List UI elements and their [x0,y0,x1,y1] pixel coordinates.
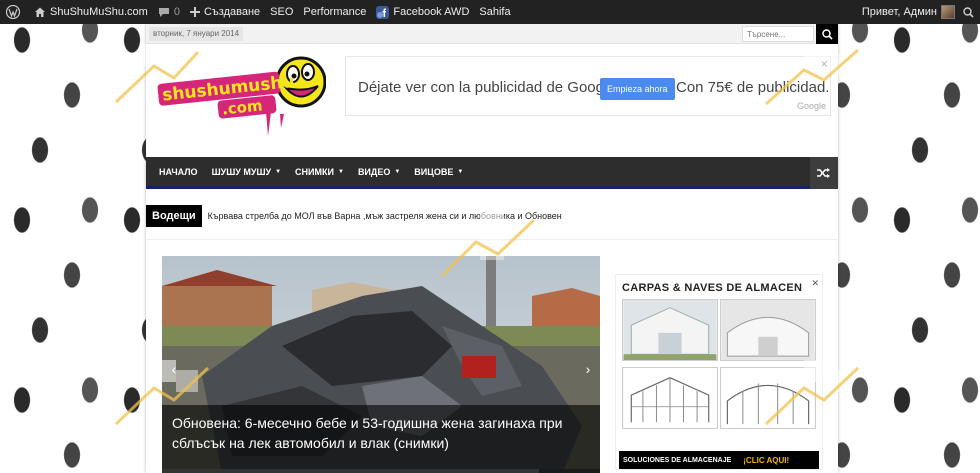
chevron-down-icon: ▼ [457,168,464,175]
comments-count: 0 [173,6,180,18]
facebook-icon [376,5,390,19]
slider-next-button[interactable]: › [580,360,596,378]
sidebar-ad-cta[interactable]: ¡CLIC AQUI! [743,456,789,465]
top-strip: вторник, 7 януари 2014 [146,24,838,44]
nav-item-shushu-mushu[interactable]: ШУШУ МУШУ ▼ [205,156,288,188]
close-icon[interactable]: ✕ [820,59,828,70]
breaking-news-label: Водещи [146,205,202,227]
slider-title-line1: Обновена: 6-месечно бебе и 53-годишна же… [172,415,563,431]
search-icon [821,28,833,40]
performance-label: Performance [303,6,367,18]
shuffle-icon [817,168,830,178]
tent-frame-image-2 [720,367,816,429]
nav-item-label: СНИМКИ [295,166,334,177]
featured-slider[interactable]: ‹ › Обновена: 6-месечно бебе и 53-годишн… [162,256,600,473]
greeting-label: Привет, Админ [861,6,937,18]
tent-image-1 [622,299,718,361]
site-logo[interactable]: shushumushu .com [156,52,326,138]
nav-item-video[interactable]: ВИДЕО ▼ [351,156,407,188]
nav-item-jokes[interactable]: ВИЦОВЕ ▼ [407,156,470,188]
sidebar-ad-footer[interactable]: SOLUCIONES DE ALMACENAJE ¡CLIC AQUI! [619,451,819,469]
breaking-news-link[interactable]: Кървава стрелба до МОЛ във Варна ,мъж за… [208,211,562,221]
main-content: ‹ › Обновена: 6-месечно бебе и 53-годишн… [146,239,838,473]
close-icon[interactable]: ✕ [811,278,819,289]
new-content-menu[interactable]: Създаване [189,6,261,18]
seo-label: SEO [270,6,294,18]
sahifa-label: Sahifa [479,6,511,18]
ad-cta-button[interactable]: Empieza ahora [600,78,675,100]
performance-menu[interactable]: Performance [303,6,366,18]
date-label: вторник, 7 януари 2014 [149,27,244,41]
breaking-news: Водещи Кървава стрелба до МОЛ във Варна … [146,205,838,227]
nav-item-label: ВИЦОВЕ [414,166,454,177]
search-button[interactable] [816,24,838,44]
slider-progress-fill [162,469,539,473]
slider-title-line2: сблъсък на лек автомобил и влак (снимки) [172,435,449,451]
account-menu[interactable]: Привет, Админ [862,0,974,24]
chevron-down-icon: ▼ [275,168,282,175]
chevron-down-icon: ▼ [337,168,344,175]
tent-image-2 [720,299,816,361]
wordpress-menu[interactable] [6,5,24,19]
home-icon [35,7,45,17]
site-name-label: ShuShuMuShu.com [50,6,148,18]
random-article-button[interactable] [810,157,838,189]
nav-item-photos[interactable]: СНИМКИ ▼ [288,156,351,188]
sidebar-ad-footer-text: SOLUCIONES DE ALMACENAJE [623,456,732,464]
tent-frame-image-1 [622,367,718,429]
slider-caption[interactable]: Обновена: 6-месечно бебе и 53-годишна же… [162,405,600,469]
ad-brand: Google [796,101,826,111]
chevron-down-icon: ▼ [394,168,401,175]
logo-domain: .com [221,96,263,118]
comments-link[interactable]: 0 [158,6,180,18]
page-container: вторник, 7 януари 2014 shushumushu .com … [146,24,838,473]
admin-bar: ShuShuMuShu.com 0 Създаване SEO Performa… [0,0,980,24]
slider-progress [162,469,600,473]
avatar [941,5,955,19]
sahifa-menu[interactable]: Sahifa [479,6,510,18]
seo-menu[interactable]: SEO [270,6,293,18]
nav-item-label: НАЧАЛО [159,166,198,177]
facebook-awd-menu[interactable]: Facebook AWD [376,5,470,19]
slider-prev-button[interactable]: ‹ [166,360,182,378]
facebook-awd-label: Facebook AWD [393,6,470,18]
new-content-label: Създаване [203,6,261,18]
search-input[interactable] [742,26,814,42]
comment-icon [158,8,169,17]
site-name-link[interactable]: ShuShuMuShu.com [34,6,148,18]
sidebar-ad[interactable]: CARPAS & NAVES DE ALMACEN ✕ SOLUCIONES D… [615,274,823,470]
nav-item-label: ВИДЕО [357,166,391,177]
nav-item-label: ШУШУ МУШУ [211,166,272,177]
sidebar-ad-title: CARPAS & NAVES DE ALMACEN [622,282,803,294]
plus-icon [189,7,200,17]
ad-subline: Con 75€ de publicidad. [676,79,830,96]
ad-headline: Déjate ver con la publicidad de Google. [358,79,620,96]
nav-item-home[interactable]: НАЧАЛО [152,156,205,188]
main-nav: НАЧАЛО ШУШУ МУШУ ▼ СНИМКИ ▼ ВИДЕО ▼ ВИЦО… [146,157,838,189]
wordpress-icon [6,5,20,19]
search-icon[interactable] [963,6,974,18]
header-ad[interactable]: Déjate ver con la publicidad de Google. … [345,56,831,116]
